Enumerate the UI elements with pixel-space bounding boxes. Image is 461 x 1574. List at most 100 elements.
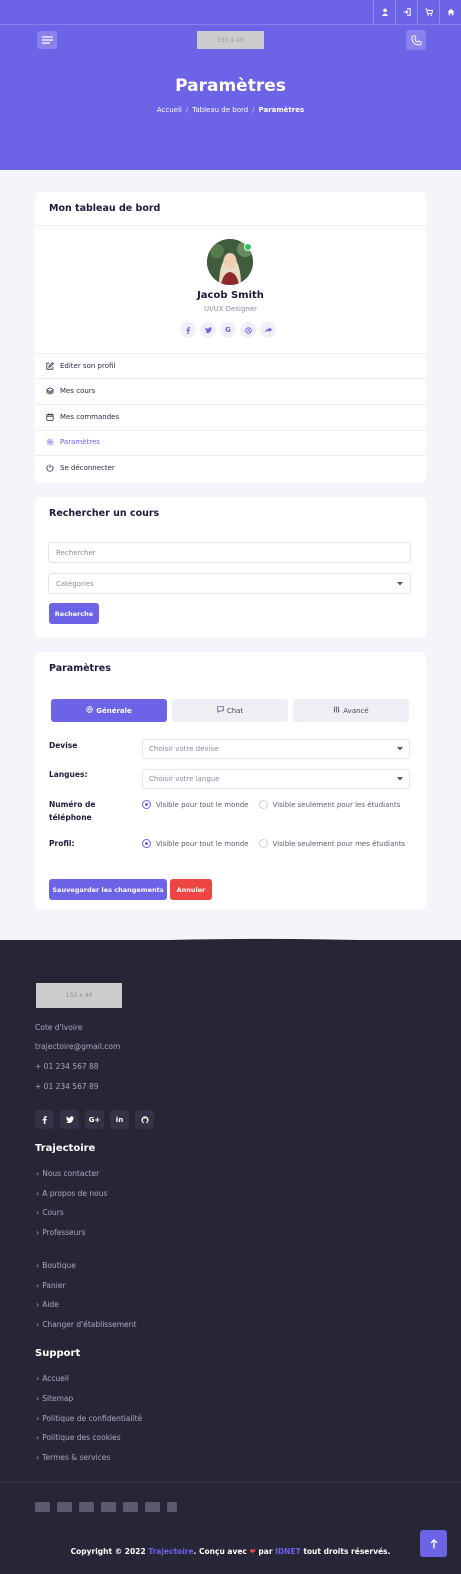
- divider: [35, 225, 426, 226]
- profile-radio-students[interactable]: [258, 839, 268, 848]
- search-card: Rechercher un cours Rechercher Catégorie…: [35, 497, 426, 638]
- category-placeholder: Catégories: [56, 579, 94, 588]
- footer-email[interactable]: trajectoire@gmail.com: [35, 1042, 120, 1051]
- footer-link-courses[interactable]: › Cours: [36, 1208, 64, 1217]
- languages-label: Langues:: [49, 770, 88, 779]
- profile-option-everyone: Visible pour tout le monde: [156, 839, 249, 848]
- footer-link-cart[interactable]: › Panier: [36, 1281, 66, 1290]
- nav-label: Mes cours: [60, 387, 96, 395]
- breadcrumb-home[interactable]: Accueil: [157, 106, 182, 114]
- phone-label-line2: téléphone: [49, 813, 92, 822]
- nav-my-orders[interactable]: Mes commandes: [46, 413, 119, 421]
- tab-general[interactable]: Générale: [51, 699, 167, 722]
- chevron-down-icon: [397, 745, 403, 753]
- amex-icon: [35, 1502, 50, 1512]
- nav-label: Paramètres: [60, 438, 100, 446]
- save-button[interactable]: Sauvegarder les changements: [49, 879, 167, 900]
- paypal-icon: [123, 1502, 138, 1512]
- footer-link-contact[interactable]: › Nous contacter: [36, 1169, 99, 1178]
- profile-option-students: Visible seulement pour mes étudiants: [272, 839, 406, 848]
- chat-icon: [217, 706, 224, 715]
- tab-label: Générale: [96, 706, 132, 715]
- site-logo[interactable]: 150 x 40: [197, 31, 264, 49]
- footer-logo[interactable]: 153 x 44: [36, 983, 122, 1008]
- tab-chat[interactable]: Chat: [172, 699, 288, 722]
- footer-link-teachers[interactable]: › Professeurs: [36, 1228, 86, 1237]
- breadcrumb: Accueil / Tableau de bord / Paramètres: [156, 106, 305, 114]
- share-icon[interactable]: [260, 322, 276, 338]
- tab-advanced[interactable]: Avancé: [293, 699, 409, 722]
- page-title: Paramètres: [175, 76, 286, 96]
- footer: [0, 940, 461, 1574]
- card-icon: [79, 1502, 94, 1512]
- nav-my-courses[interactable]: Mes cours: [46, 387, 95, 395]
- phone-option-students: Visible seulement pour les étudiants: [272, 800, 401, 809]
- user-name: Jacob Smith: [197, 290, 264, 301]
- footer-link-home[interactable]: › Accueil: [36, 1374, 69, 1383]
- settings-title: Paramètres: [49, 663, 111, 674]
- phone-icon: [410, 34, 422, 46]
- payment-methods: [35, 1502, 177, 1512]
- footer-link-cookies[interactable]: › Politique des cookies: [36, 1433, 121, 1442]
- search-button[interactable]: Recherche: [49, 603, 99, 624]
- tab-label: Chat: [226, 706, 244, 715]
- back-to-top-button[interactable]: [420, 1530, 447, 1557]
- user-icon[interactable]: [373, 0, 395, 24]
- divider: [35, 353, 426, 354]
- nav-settings[interactable]: Paramètres: [46, 438, 100, 446]
- twitter-icon[interactable]: [200, 322, 216, 338]
- stripe-icon: [167, 1502, 177, 1512]
- github-icon[interactable]: [135, 1110, 154, 1129]
- nav-logout[interactable]: Se déconnecter: [46, 464, 115, 472]
- divider: [35, 404, 426, 405]
- facebook-icon[interactable]: [180, 322, 196, 338]
- divider: [35, 430, 426, 431]
- menu-button[interactable]: [37, 31, 57, 49]
- footer-link-privacy[interactable]: › Politique de confidentialité: [36, 1414, 142, 1423]
- footer-divider: [0, 1482, 461, 1483]
- profile-radio-everyone[interactable]: [142, 839, 151, 848]
- profile-label: Profil:: [49, 839, 75, 848]
- dashboard-card: Mon tableau de bord Jacob Smith UI/UX De…: [35, 192, 426, 483]
- facebook-icon[interactable]: [35, 1110, 54, 1129]
- category-select[interactable]: Catégories: [48, 573, 411, 594]
- topbar-divider: [0, 24, 461, 25]
- footer-section-trajectoire-title: Trajectoire: [35, 1143, 96, 1154]
- footer-link-change-school[interactable]: › Changer d'établissement: [36, 1320, 136, 1329]
- twitter-icon[interactable]: [60, 1110, 79, 1129]
- hamburger-icon: [41, 36, 53, 44]
- footer-phone-2[interactable]: + 01 234 567 89: [35, 1082, 99, 1091]
- google-icon[interactable]: G: [220, 322, 236, 338]
- copyright-brand-link[interactable]: Trajectoire: [148, 1547, 193, 1556]
- copyright-company-link[interactable]: IDNET: [275, 1547, 301, 1556]
- cancel-button[interactable]: Annuler: [170, 879, 212, 900]
- breadcrumb-current: Paramètres: [258, 106, 305, 114]
- footer-socials: G+ in: [35, 1110, 154, 1129]
- breadcrumb-dashboard[interactable]: Tableau de bord: [192, 106, 248, 114]
- tab-label: Avancé: [343, 706, 369, 715]
- cart-icon[interactable]: [417, 0, 439, 24]
- currency-select[interactable]: Choisir votre devise: [142, 739, 410, 759]
- linkedin-icon[interactable]: in: [110, 1110, 129, 1129]
- language-select[interactable]: Choisir votre langue: [142, 769, 410, 789]
- footer-link-help[interactable]: › Aide: [36, 1300, 59, 1309]
- mastercard-icon: [101, 1502, 116, 1512]
- home-icon[interactable]: [439, 0, 461, 24]
- language-placeholder: Choisir votre langue: [149, 775, 220, 783]
- footer-link-shop[interactable]: › Boutique: [36, 1261, 76, 1270]
- footer-link-about[interactable]: › A propos de nous: [36, 1189, 107, 1198]
- phone-radio-everyone[interactable]: [142, 800, 151, 809]
- phone-button[interactable]: [406, 30, 426, 50]
- footer-link-terms[interactable]: › Termes & services: [36, 1453, 110, 1462]
- profile-socials: G: [180, 322, 276, 338]
- footer-phone-1[interactable]: + 01 234 567 88: [35, 1062, 99, 1071]
- phone-radio-students[interactable]: [258, 800, 268, 809]
- google-plus-icon[interactable]: G+: [85, 1110, 104, 1129]
- phone-label-line1: Numéro de: [49, 800, 96, 809]
- login-icon[interactable]: [395, 0, 417, 24]
- dribbble-icon[interactable]: [240, 322, 256, 338]
- visa-icon: [57, 1502, 72, 1512]
- footer-link-sitemap[interactable]: › Sitemap: [36, 1394, 73, 1403]
- nav-edit-profile[interactable]: Editer son profil: [46, 362, 115, 370]
- search-input[interactable]: Rechercher: [48, 542, 411, 563]
